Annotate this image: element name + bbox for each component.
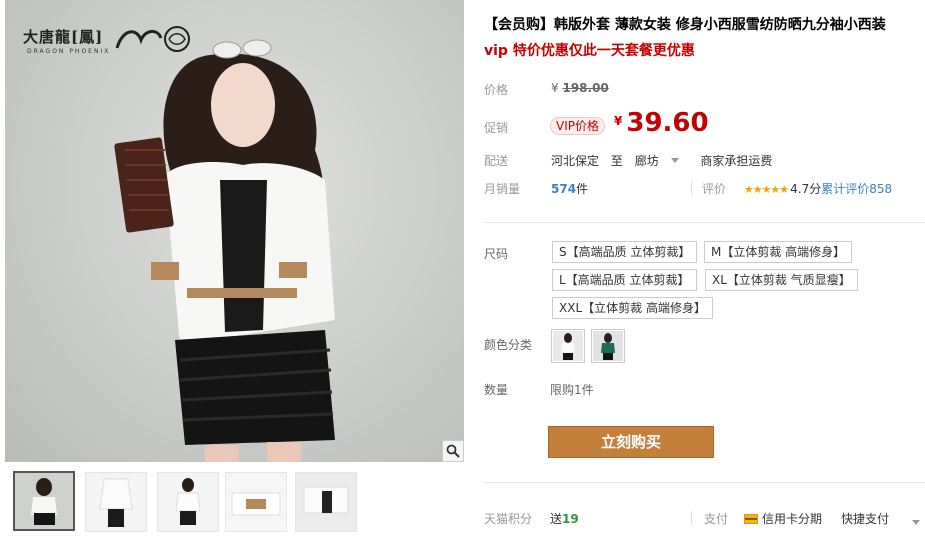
points-number: 19	[562, 512, 579, 526]
quick-pay-option[interactable]: 快捷支付	[841, 510, 889, 527]
rating-stars-icon: ★★★★★	[743, 183, 789, 196]
sales-unit: 件	[576, 182, 589, 196]
size-option-m[interactable]: M【立体剪裁 高端修身】	[704, 241, 853, 263]
more-payment-toggle[interactable]	[912, 516, 925, 530]
original-price: ¥ 198.00	[551, 81, 609, 95]
installment-option[interactable]: 信用卡分期	[744, 510, 822, 527]
ship-to-select[interactable]: 廊坊	[635, 154, 689, 168]
thumbnail-image	[158, 473, 218, 531]
color-swatch-image	[593, 331, 623, 361]
review-count[interactable]: 累计评价858	[821, 182, 892, 196]
color-option-white[interactable]	[551, 329, 585, 363]
ship-to: 廊坊	[634, 154, 659, 168]
thumbnail-1[interactable]	[13, 471, 75, 531]
size-option-l[interactable]: L【高端品质 立体剪裁】	[552, 269, 697, 291]
zoom-button[interactable]	[442, 440, 464, 462]
color-swatch-image	[553, 331, 583, 361]
rating-label: 评价	[702, 182, 727, 196]
color-label: 颜色分类	[484, 338, 533, 352]
brand-name: 大唐龍[鳳]	[23, 28, 104, 46]
thumbnail-5[interactable]	[295, 472, 357, 532]
promo-price-value: 39.60	[626, 108, 709, 138]
sales-count: 574	[551, 182, 577, 196]
thumbnail-image	[296, 473, 356, 531]
rating-summary[interactable]: 评价 ★★★★★ 4.7分累计评价858	[702, 180, 892, 197]
main-product-image[interactable]: 大唐龍[鳳] DRAGON PHOENIX	[5, 0, 464, 462]
ship-from: 河北保定	[551, 154, 600, 168]
installment-label: 信用卡分期	[762, 512, 823, 526]
thumbnail-3[interactable]	[157, 472, 219, 532]
delivery-info: 河北保定 至 廊坊 商家承担运费	[551, 152, 780, 169]
thumbnail-image	[226, 473, 286, 531]
points-value: 送19	[550, 510, 579, 527]
delivery-label: 配送	[484, 154, 509, 168]
product-title: 【会员购】韩版外套 薄款女装 修身小西服雪纺防晒九分袖小西装	[484, 17, 886, 33]
quantity-label: 数量	[484, 383, 509, 397]
shipping-fee: 商家承担运费	[700, 154, 773, 168]
size-option-s[interactable]: S【高端品质 立体剪裁】	[552, 241, 698, 263]
credit-card-icon	[744, 514, 758, 524]
points-label: 天猫积分	[484, 512, 533, 526]
color-option-green[interactable]	[591, 329, 625, 363]
promo-label: 促销	[484, 121, 509, 135]
thumbnail-image	[86, 473, 146, 531]
thumbnail-image	[15, 473, 73, 529]
model-photo-illustration	[114, 39, 335, 462]
chevron-down-icon	[912, 520, 920, 525]
sales-label: 月销量	[484, 182, 521, 196]
ship-to-word: 至	[610, 154, 623, 168]
price-label: 价格	[484, 83, 509, 97]
thumbnail-2[interactable]	[85, 472, 147, 532]
rating-score: 4.7分	[790, 182, 822, 196]
selected-arrow-icon	[39, 471, 49, 472]
brand-subtitle: DRAGON PHOENIX	[27, 48, 111, 55]
vip-price-tag: VIP价格	[550, 117, 605, 135]
size-option-xxl[interactable]: XXL【立体剪裁 高端修身】	[552, 297, 713, 319]
thumbnail-strip	[5, 471, 465, 533]
buy-now-button[interactable]: 立刻购买	[548, 426, 714, 458]
quick-pay-label: 快捷支付	[841, 512, 890, 526]
thumbnail-4[interactable]	[225, 472, 287, 532]
dragon-phoenix-logo	[115, 26, 190, 52]
size-option-xl[interactable]: XL【立体剪裁 气质显瘦】	[705, 269, 858, 291]
payment-label: 支付	[704, 512, 729, 526]
divider	[484, 222, 925, 223]
dropdown-arrow-icon	[670, 158, 679, 163]
product-subtitle: vip 特价优惠仅此一天套餐更优惠	[484, 43, 695, 59]
divider	[484, 482, 925, 483]
original-price-value: 198.00	[562, 81, 609, 95]
points-prefix: 送	[550, 512, 563, 526]
size-label: 尺码	[484, 247, 509, 261]
quantity-limit: 限购1件	[550, 383, 594, 397]
currency-symbol: ¥	[614, 114, 623, 128]
promo-price: ¥39.60	[614, 108, 709, 138]
divider	[691, 181, 692, 195]
currency-symbol: ¥	[551, 81, 559, 95]
divider	[691, 511, 692, 525]
monthly-sales: 574件	[551, 180, 588, 197]
magnifier-icon	[446, 444, 460, 458]
